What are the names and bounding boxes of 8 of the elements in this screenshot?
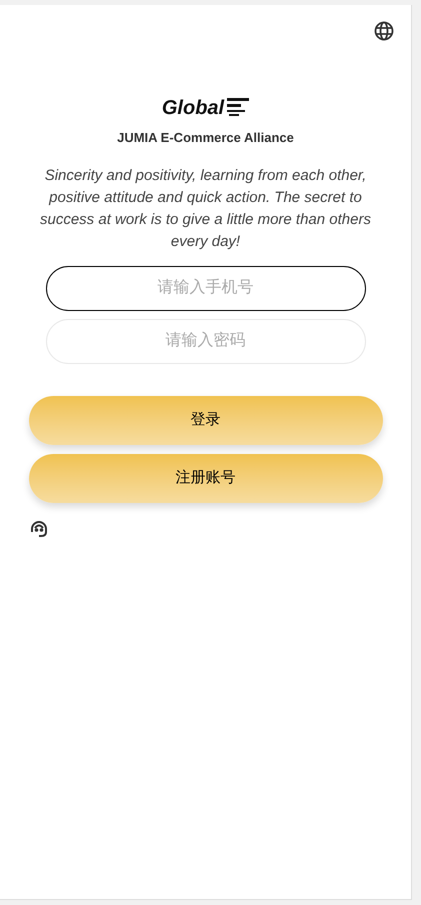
motto-text: Sincerity and positivity, learning from each other, positive attitude and quick action. The secret to success at work is to give a little more than others every day! [39, 166, 372, 252]
action-button[interactable]: 注册账号 [28, 454, 382, 502]
support-icon[interactable] [29, 518, 49, 538]
logo: Global [162, 88, 250, 118]
input-field[interactable]: 请输入手机号 [46, 266, 366, 310]
action-button[interactable]: 登录 [28, 396, 382, 444]
brand-name: JUMIA E-Commerce Alliance [117, 129, 294, 147]
globe-icon[interactable] [374, 21, 394, 41]
